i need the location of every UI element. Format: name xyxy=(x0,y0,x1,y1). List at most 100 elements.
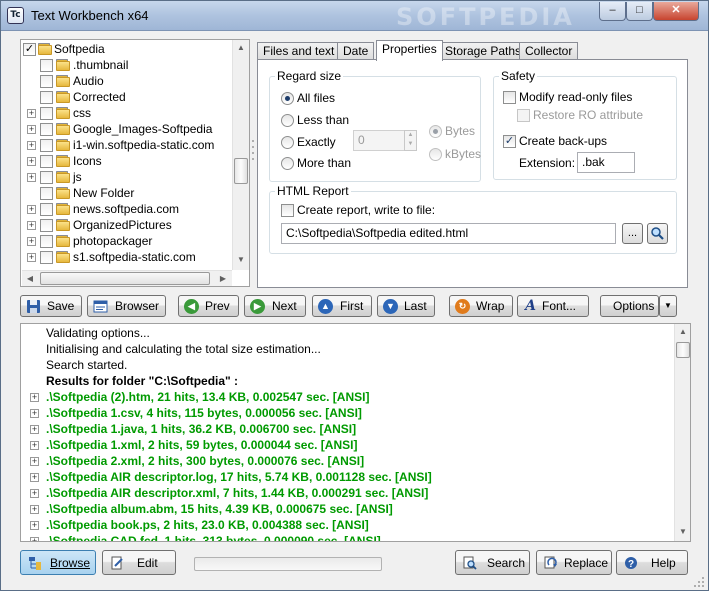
tree-item[interactable]: + js xyxy=(21,169,233,185)
tab-files-and-text[interactable]: Files and text xyxy=(257,42,341,60)
edit-button[interactable]: Edit xyxy=(102,550,176,575)
expand-icon[interactable]: + xyxy=(30,393,39,402)
search-button[interactable]: Search xyxy=(455,550,530,575)
log-line[interactable]: + .\Softpedia 2.xml, 2 hits, 300 bytes, 0… xyxy=(21,453,675,469)
tree-scroll-thumb[interactable] xyxy=(234,158,248,184)
resize-grip-icon[interactable] xyxy=(692,575,706,589)
kbytes-label[interactable]: kBytes xyxy=(445,147,481,161)
exactly-radio[interactable] xyxy=(281,136,294,149)
splitter-grip[interactable] xyxy=(251,137,255,167)
modify-readonly-label[interactable]: Modify read-only files xyxy=(519,90,632,104)
expand-icon[interactable]: + xyxy=(27,173,36,182)
expand-icon[interactable]: + xyxy=(27,253,36,262)
log-line[interactable]: + .\Softpedia 1.csv, 4 hits, 115 bytes, 0… xyxy=(21,405,675,421)
scroll-down-icon[interactable]: ▼ xyxy=(675,524,690,540)
expand-icon[interactable]: + xyxy=(30,409,39,418)
browser-button[interactable]: Browser xyxy=(87,295,166,317)
log-line[interactable]: + .\Softpedia album.abm, 15 hits, 4.39 KB… xyxy=(21,501,675,517)
create-backups-label[interactable]: Create back-ups xyxy=(519,134,607,148)
size-spinner[interactable]: ▲ ▼ xyxy=(404,130,417,151)
tab-date[interactable]: Date xyxy=(337,42,375,60)
log-line[interactable]: + .\Softpedia AIR descriptor.xml, 7 hits,… xyxy=(21,485,675,501)
bytes-label[interactable]: Bytes xyxy=(445,124,475,138)
tree-item-checkbox[interactable] xyxy=(40,219,53,232)
options-button[interactable]: Options xyxy=(600,295,659,317)
browse-button[interactable]: Browse xyxy=(20,550,96,575)
less-than-radio[interactable] xyxy=(281,114,294,127)
tree-item[interactable]: + photopackager xyxy=(21,233,233,249)
minimize-button[interactable]: – xyxy=(599,2,626,21)
tree-item[interactable]: + Icons xyxy=(21,153,233,169)
tree-root-checkbox[interactable]: ✓ xyxy=(23,43,36,56)
first-button[interactable]: ▲ First xyxy=(312,295,372,317)
log-vertical-scrollbar[interactable]: ▲ ▼ xyxy=(674,324,690,541)
modify-readonly-checkbox[interactable] xyxy=(503,91,516,104)
font-button[interactable]: A Font... xyxy=(517,295,589,317)
last-button[interactable]: ▼ Last xyxy=(377,295,435,317)
all-files-label[interactable]: All files xyxy=(297,91,335,105)
tree-item[interactable]: + s1.softpedia-static.com xyxy=(21,249,233,265)
replace-button[interactable]: Replace xyxy=(536,550,612,575)
tree-root[interactable]: ✓ Softpedia xyxy=(21,41,233,57)
log-line[interactable]: + .\Softpedia 1.xml, 2 hits, 59 bytes, 0.… xyxy=(21,437,675,453)
tree-item-checkbox[interactable] xyxy=(40,203,53,216)
tree-item-checkbox[interactable] xyxy=(40,235,53,248)
tree-item[interactable]: + news.softpedia.com xyxy=(21,201,233,217)
spin-up-icon[interactable]: ▲ xyxy=(405,131,416,140)
more-than-label[interactable]: More than xyxy=(297,156,351,170)
tree-item[interactable]: .thumbnail xyxy=(21,57,233,73)
tree-item[interactable]: New Folder xyxy=(21,185,233,201)
report-path-input[interactable]: C:\Softpedia\Softpedia edited.html xyxy=(281,223,616,244)
tree-item-checkbox[interactable] xyxy=(40,139,53,152)
tree-item-checkbox[interactable] xyxy=(40,251,53,264)
scroll-left-icon[interactable]: ◀ xyxy=(22,271,38,286)
tree-item[interactable]: + Google_Images-Softpedia xyxy=(21,121,233,137)
tab-collector[interactable]: Collector xyxy=(519,42,579,60)
title-bar[interactable]: Tc Text Workbench x64 SOFTPEDIA – □ ✕ xyxy=(1,1,708,31)
extension-input[interactable]: .bak xyxy=(577,152,635,173)
log-line[interactable]: + .\Softpedia 1.java, 1 hits, 36.2 KB, 0.… xyxy=(21,421,675,437)
log-scroll-thumb[interactable] xyxy=(676,342,690,358)
expand-icon[interactable]: + xyxy=(27,237,36,246)
tree-item-checkbox[interactable] xyxy=(40,123,53,136)
restore-ro-checkbox[interactable] xyxy=(517,109,530,122)
create-backups-checkbox[interactable]: ✓ xyxy=(503,135,516,148)
size-value-input[interactable]: 0 xyxy=(353,130,405,151)
expand-icon[interactable]: + xyxy=(30,537,39,541)
all-files-radio[interactable] xyxy=(281,92,294,105)
expand-icon[interactable]: + xyxy=(27,221,36,230)
browse-report-button[interactable]: ... xyxy=(622,223,643,244)
expand-icon[interactable]: + xyxy=(30,473,39,482)
options-dropdown-button[interactable]: ▼ xyxy=(659,295,677,317)
expand-icon[interactable]: + xyxy=(27,157,36,166)
help-button[interactable]: ? Help xyxy=(616,550,688,575)
bytes-radio[interactable] xyxy=(429,125,442,138)
tree-item-checkbox[interactable] xyxy=(40,107,53,120)
maximize-button[interactable]: □ xyxy=(626,2,653,21)
scroll-up-icon[interactable]: ▲ xyxy=(675,324,690,340)
tree-item[interactable]: + OrganizedPictures xyxy=(21,217,233,233)
log-line[interactable]: + .\Softpedia CAD.fcd, 1 hits, 313 bytes,… xyxy=(21,533,675,541)
results-log[interactable]: Validating options... Initialising and ca… xyxy=(20,323,691,542)
tab-storage-paths[interactable]: Storage Paths xyxy=(439,42,528,60)
spin-down-icon[interactable]: ▼ xyxy=(405,140,416,149)
tree-item-checkbox[interactable] xyxy=(40,155,53,168)
wrap-button[interactable]: ↻ Wrap xyxy=(449,295,513,317)
tree-item[interactable]: + i1-win.softpedia-static.com xyxy=(21,137,233,153)
tree-horizontal-scrollbar[interactable]: ◀ ▶ xyxy=(22,270,232,286)
expand-icon[interactable]: + xyxy=(30,505,39,514)
expand-icon[interactable]: + xyxy=(30,441,39,450)
scroll-up-icon[interactable]: ▲ xyxy=(233,40,249,56)
tree-hscroll-thumb[interactable] xyxy=(40,272,210,285)
expand-icon[interactable]: + xyxy=(30,457,39,466)
expand-icon[interactable]: + xyxy=(27,109,36,118)
tree-item-checkbox[interactable] xyxy=(40,187,53,200)
log-line[interactable]: + .\Softpedia book.ps, 2 hits, 23.0 KB, 0… xyxy=(21,517,675,533)
tree-item[interactable]: Audio xyxy=(21,73,233,89)
scroll-down-icon[interactable]: ▼ xyxy=(233,252,249,268)
expand-icon[interactable]: + xyxy=(30,425,39,434)
more-than-radio[interactable] xyxy=(281,157,294,170)
tree-item-checkbox[interactable] xyxy=(40,59,53,72)
open-report-button[interactable] xyxy=(647,223,668,244)
tree-item-checkbox[interactable] xyxy=(40,75,53,88)
